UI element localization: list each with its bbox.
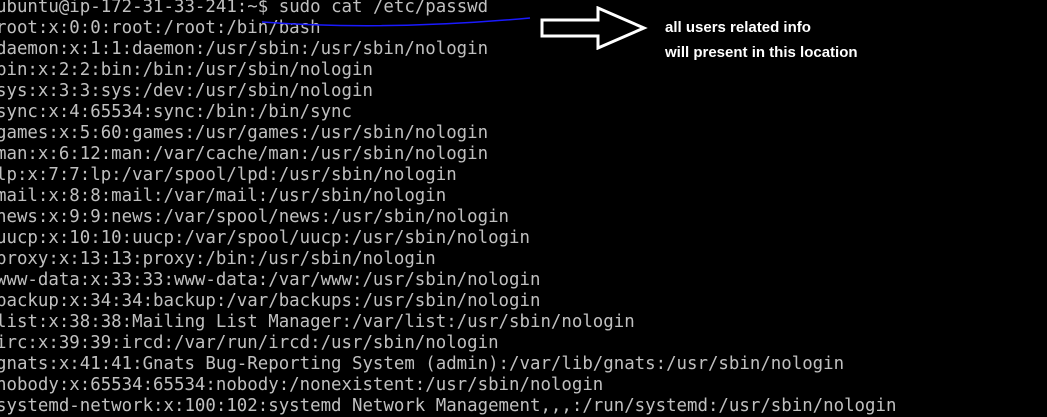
output-line: man:x:6:12:man:/var/cache/man:/usr/sbin/… xyxy=(0,144,489,164)
output-line: daemon:x:1:1:daemon:/usr/sbin:/usr/sbin/… xyxy=(0,39,489,59)
output-line: gnats:x:41:41:Gnats Bug-Reporting System… xyxy=(0,354,845,374)
command-text: sudo cat /etc/passwd xyxy=(278,0,489,17)
output-line: mail:x:8:8:mail:/var/mail:/usr/sbin/nolo… xyxy=(0,186,447,206)
output-line: bin:x:2:2:bin:/bin:/usr/sbin/nologin xyxy=(0,60,373,80)
output-line: uucp:x:10:10:uucp:/var/spool/uucp:/usr/s… xyxy=(0,228,530,248)
output-line: sys:x:3:3:sys:/dev:/usr/sbin/nologin xyxy=(0,81,373,101)
right-arrow-outline-icon xyxy=(540,6,648,50)
terminal-window[interactable]: ubuntu@ip-172-31-33-241:~$ sudo cat /etc… xyxy=(0,0,1047,417)
output-line: root:x:0:0:root:/root:/bin/bash xyxy=(0,18,321,38)
output-line: nobody:x:65534:65534:nobody:/nonexistent… xyxy=(0,375,604,395)
output-line: backup:x:34:34:backup:/var/backups:/usr/… xyxy=(0,291,541,311)
output-line: systemd-network:x:100:102:systemd Networ… xyxy=(0,396,897,416)
annotation-line: will present in this location xyxy=(665,44,858,61)
annotation-line: all users related info xyxy=(665,19,811,36)
output-line: games:x:5:60:games:/usr/games:/usr/sbin/… xyxy=(0,123,489,143)
output-line: proxy:x:13:13:proxy:/bin:/usr/sbin/nolog… xyxy=(0,249,436,269)
output-line: sync:x:4:65534:sync:/bin:/bin/sync xyxy=(0,102,352,122)
shell-prompt: ubuntu@ip-172-31-33-241:~$ xyxy=(0,0,269,17)
output-line: news:x:9:9:news:/var/spool/news:/usr/sbi… xyxy=(0,207,510,227)
output-line: lp:x:7:7:lp:/var/spool/lpd:/usr/sbin/nol… xyxy=(0,165,457,185)
prompt-line: ubuntu@ip-172-31-33-241:~$ sudo cat /etc… xyxy=(0,0,1047,18)
annotation-note: all users related info will present in th… xyxy=(665,15,858,65)
output-line: irc:x:39:39:ircd:/var/run/ircd:/usr/sbin… xyxy=(0,333,499,353)
output-line: list:x:38:38:Mailing List Manager:/var/l… xyxy=(0,312,635,332)
output-line: www-data:x:33:33:www-data:/var/www:/usr/… xyxy=(0,270,541,290)
